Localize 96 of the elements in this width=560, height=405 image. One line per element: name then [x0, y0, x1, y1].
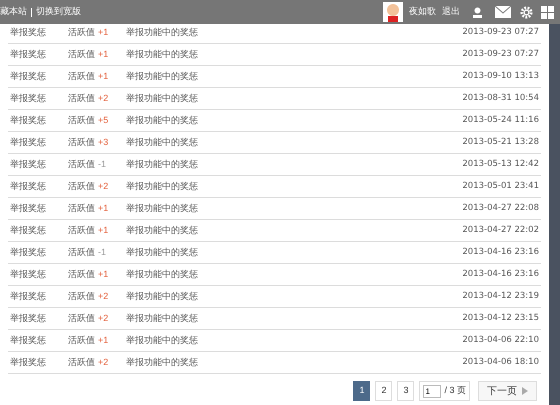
table-cell-text: 举报功能中的奖惩: [126, 356, 199, 369]
table-cell-text: 举报奖惩: [9, 312, 47, 325]
user-icon[interactable]: [472, 6, 483, 18]
table-cell-text: 举报奖惩: [9, 180, 47, 193]
table-cell-text: 举报奖惩: [9, 334, 47, 347]
table-cell-text: 2013-04-27 22:08: [462, 202, 540, 215]
table-cell-text: 活跃值: [68, 114, 95, 127]
table-cell-text: 活跃值: [68, 26, 95, 39]
settings-icon[interactable]: [520, 6, 533, 18]
table-cell-text: 2013-04-16 23:16: [462, 246, 540, 259]
change-value: +1: [98, 224, 108, 237]
table-cell-text: 举报功能中的奖惩: [126, 180, 199, 193]
table-cell-text: 举报功能中的奖惩: [126, 158, 199, 171]
page-button[interactable]: 3: [397, 381, 414, 401]
table-cell-text: 2013-04-12 23:15: [462, 312, 540, 325]
table-cell-text: 举报功能中的奖惩: [126, 268, 199, 281]
change-value: +2: [98, 180, 108, 193]
page-input[interactable]: 1: [423, 384, 442, 398]
change-value: +5: [98, 114, 108, 127]
table-cell-text: 活跃值: [68, 334, 95, 347]
table-cell-text: 举报功能中的奖惩: [126, 114, 199, 127]
table-cell-text: 2013-05-01 23:41: [462, 180, 540, 193]
table-cell-text: 举报功能中的奖惩: [126, 312, 199, 325]
table-cell-text: 2013-04-16 23:16: [462, 268, 540, 281]
table-cell-text: 活跃值: [68, 92, 95, 105]
table-cell-text: 举报奖惩: [9, 202, 47, 215]
next-page-button[interactable]: 下一页: [478, 381, 537, 401]
table-cell-text: 2013-04-06 22:10: [462, 334, 540, 347]
table-cell-text: 2013-04-12 23:19: [462, 290, 540, 303]
table-cell-text: 举报奖惩: [9, 114, 47, 127]
change-value: +1: [98, 48, 108, 61]
table-cell-text: 举报奖惩: [9, 290, 47, 303]
top-link[interactable]: 藏本站: [0, 5, 27, 19]
table-cell-text: 活跃值: [68, 202, 95, 215]
table-cell-text: 2013-09-23 07:27: [462, 26, 540, 39]
table-cell-text: 举报功能中的奖惩: [126, 48, 199, 61]
table-cell-text: 举报功能中的奖惩: [126, 136, 199, 149]
page-button[interactable]: 2: [375, 381, 392, 401]
caret-icon: [522, 387, 528, 395]
table-cell-text: 2013-04-27 22:02: [462, 224, 540, 237]
change-value: +1: [98, 268, 108, 281]
page-button[interactable]: 1: [353, 381, 370, 401]
table-cell-text: 活跃值: [68, 158, 95, 171]
table-cell-text: 活跃值: [68, 136, 95, 149]
table-cell-text: 举报功能中的奖惩: [126, 224, 199, 237]
table-cell-text: 活跃值: [68, 180, 95, 193]
top-link[interactable]: 切换到宽版: [36, 5, 81, 19]
logout-link[interactable]: 退出: [442, 5, 460, 19]
table-cell-text: 活跃值: [68, 70, 95, 83]
avatar-icon[interactable]: [383, 2, 403, 22]
table-cell-text: 举报奖惩: [9, 246, 47, 259]
page-total: / 3 页: [444, 384, 466, 398]
table-cell-text: 活跃值: [68, 268, 95, 281]
table-cell-text: 举报奖惩: [9, 356, 47, 369]
table-cell-text: 举报功能中的奖惩: [126, 92, 199, 105]
change-value: +2: [98, 92, 108, 105]
table-cell-text: 2013-05-13 12:42: [462, 158, 540, 171]
table-cell-text: 活跃值: [68, 48, 95, 61]
grid-icon[interactable]: [541, 6, 554, 18]
user-name-link[interactable]: 夜如歌: [409, 5, 436, 19]
change-value: +1: [98, 70, 108, 83]
table-cell-text: 活跃值: [68, 312, 95, 325]
change-value: +2: [98, 312, 108, 325]
table-cell-text: 活跃值: [68, 290, 95, 303]
change-value: +2: [98, 290, 108, 303]
table-cell-text: 举报奖惩: [9, 92, 47, 105]
change-value: +3: [98, 136, 108, 149]
table-cell-text: 2013-05-21 13:28: [462, 136, 540, 149]
table-cell-text: 活跃值: [68, 224, 95, 237]
table-cell-text: 活跃值: [68, 356, 95, 369]
table-cell-text: 举报功能中的奖惩: [126, 26, 199, 39]
table-cell-text: 2013-08-31 10:54: [462, 92, 540, 105]
table-cell-text: 举报功能中的奖惩: [126, 334, 199, 347]
change-value: +1: [98, 334, 108, 347]
table-cell-text: 举报功能中的奖惩: [126, 202, 199, 215]
change-value: +1: [98, 202, 108, 215]
table-cell-text: 举报功能中的奖惩: [126, 246, 199, 259]
change-value: +2: [98, 356, 108, 369]
table-cell-text: 2013-09-10 13:13: [462, 70, 540, 83]
table-cell-text: 举报奖惩: [9, 26, 47, 39]
table-cell-text: 2013-04-06 18:10: [462, 356, 540, 369]
table-cell-text: 举报奖惩: [9, 70, 47, 83]
change-value: +1: [98, 26, 108, 39]
table-cell-text: 举报奖惩: [9, 136, 47, 149]
table-cell-text: 活跃值: [68, 246, 95, 259]
table-cell-text: 举报功能中的奖惩: [126, 290, 199, 303]
change-value: -1: [98, 158, 106, 171]
table-cell-text: 举报奖惩: [9, 268, 47, 281]
table-cell-text: 2013-09-23 07:27: [462, 48, 540, 61]
table-cell-text: 举报功能中的奖惩: [126, 70, 199, 83]
table-cell-text: 举报奖惩: [9, 158, 47, 171]
table-cell-text: 2013-05-24 11:16: [462, 114, 540, 127]
table-cell-text: 举报奖惩: [9, 48, 47, 61]
change-value: -1: [98, 246, 106, 259]
mail-icon[interactable]: [495, 6, 511, 18]
table-cell-text: 举报奖惩: [9, 224, 47, 237]
